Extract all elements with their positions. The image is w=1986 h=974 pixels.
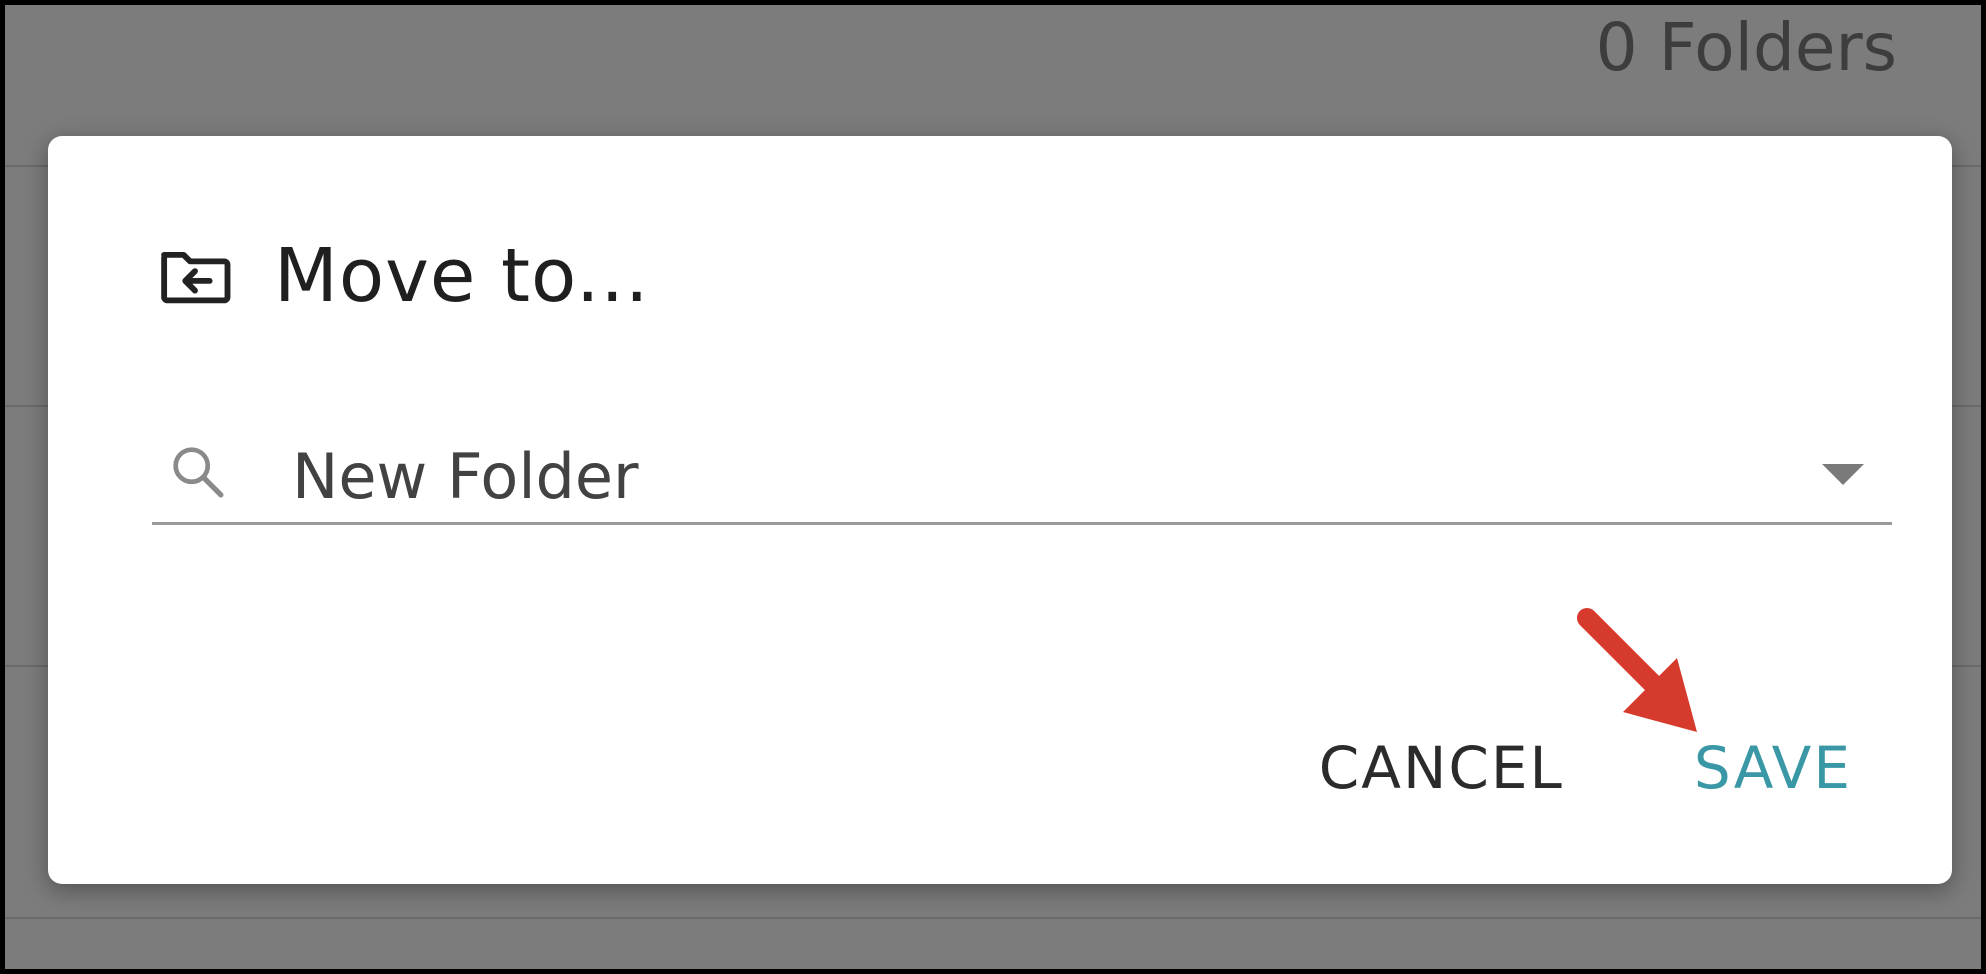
destination-folder-input[interactable] [292,440,1692,513]
save-button[interactable]: SAVE [1684,734,1862,802]
screenshot-frame: 0 Folders Move to... CANCEL SAVE [0,0,1986,974]
background-divider [5,917,1981,919]
dropdown-arrow-icon[interactable] [1822,464,1864,485]
destination-folder-select[interactable] [152,426,1892,525]
folder-move-icon [161,251,231,304]
search-icon [173,447,224,498]
move-to-dialog: Move to... CANCEL SAVE [48,136,1952,884]
dialog-header: Move to... [156,226,650,326]
dialog-title: Move to... [274,233,650,319]
dialog-actions: CANCEL SAVE [1309,734,1862,802]
cancel-button[interactable]: CANCEL [1309,734,1574,802]
folder-count-label: 0 Folders [1595,9,1897,86]
